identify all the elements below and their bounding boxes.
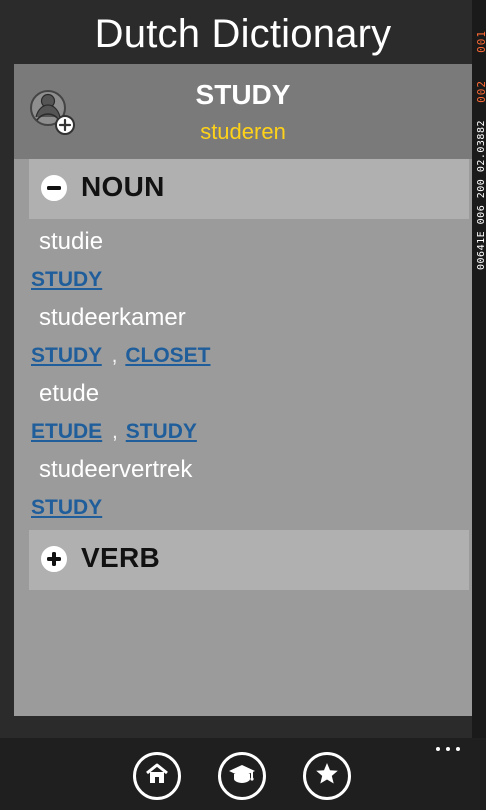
content-panel: STUDY studeren NOUN studie STUDY studeer…	[14, 64, 472, 716]
translation-link-study[interactable]: STUDY	[126, 420, 197, 443]
panel-header: STUDY studeren	[14, 64, 472, 159]
app-bar	[0, 738, 486, 810]
star-icon	[313, 760, 341, 793]
entry-item: studie STUDY	[14, 223, 472, 299]
translation-link-closet[interactable]: CLOSET	[125, 344, 210, 367]
status-value: 002	[475, 80, 486, 103]
entry-links: STUDY , CLOSET	[14, 337, 472, 375]
more-options-button[interactable]	[436, 743, 466, 755]
entry-item: studeervertrek STUDY	[14, 451, 472, 527]
study-button[interactable]	[218, 752, 266, 800]
entry-links: STUDY	[14, 489, 472, 527]
entry-term: etude	[39, 380, 100, 407]
noun-label: NOUN	[81, 171, 165, 202]
status-value: 001	[475, 30, 486, 53]
entry-term: studie	[39, 228, 104, 255]
status-overlay: 001 002 00641E 006 200 02.03882	[472, 0, 486, 810]
entry-term: studeervertrek	[39, 456, 193, 483]
entry-item: studeerkamer STUDY , CLOSET	[14, 299, 472, 375]
link-separator: ,	[112, 420, 118, 443]
entry-links: ETUDE , STUDY	[14, 413, 472, 451]
minus-circle-icon	[39, 173, 69, 203]
translation-link-study[interactable]: STUDY	[31, 344, 102, 367]
noun-section-header[interactable]: NOUN	[29, 159, 469, 219]
favorite-button[interactable]	[303, 752, 351, 800]
searched-word: STUDY	[195, 79, 291, 110]
translation-link-etude[interactable]: ETUDE	[31, 420, 102, 443]
status-value: 00641E 006 200 02.03882	[476, 120, 486, 270]
translation-link-study[interactable]: STUDY	[31, 496, 102, 519]
entry-term: studeerkamer	[39, 304, 186, 331]
graduation-cap-icon	[227, 761, 257, 792]
verb-section-header[interactable]: VERB	[29, 530, 469, 590]
verb-label: VERB	[81, 542, 160, 573]
noun-entries: studie STUDY studeerkamer STUDY , CLOSET…	[14, 223, 472, 527]
plus-circle-icon	[39, 544, 69, 574]
entry-item: etude ETUDE , STUDY	[14, 375, 472, 451]
translation-text: studeren	[200, 119, 286, 144]
home-icon	[144, 761, 170, 792]
link-separator: ,	[111, 344, 118, 367]
entry-links: STUDY	[14, 261, 472, 299]
translation-link-study[interactable]: STUDY	[31, 268, 102, 291]
app-title: Dutch Dictionary	[94, 12, 392, 56]
home-button[interactable]	[133, 752, 181, 800]
